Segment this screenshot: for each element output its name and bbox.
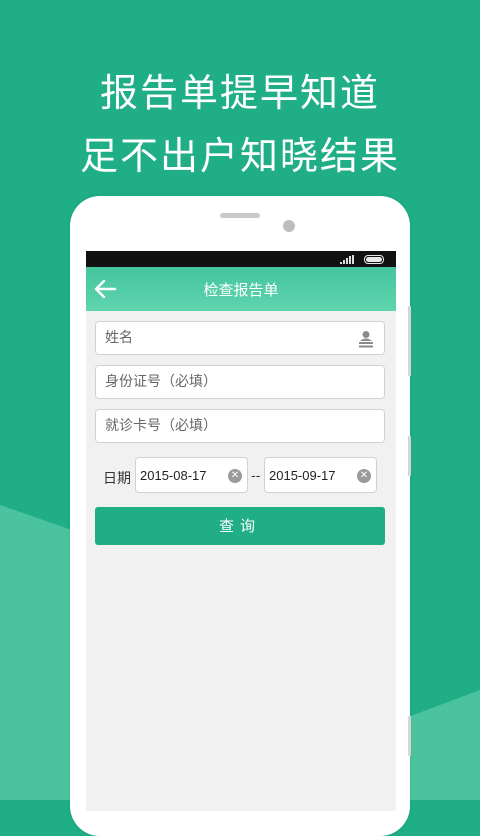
date-label: 日期: [103, 471, 131, 487]
phone-camera: [283, 220, 295, 232]
contact-card-icon[interactable]: [358, 330, 374, 348]
id-number-field[interactable]: [95, 365, 385, 399]
signal-icon: [340, 255, 354, 264]
id-number-input[interactable]: [105, 366, 345, 398]
name-input[interactable]: [105, 322, 345, 354]
phone-side-button: [408, 306, 411, 376]
card-number-input[interactable]: [105, 410, 345, 442]
phone-side-button: [408, 436, 411, 476]
app-screen: 检查报告单 日期 2015-08-17 ✕ -- 2015-09-17 ✕ 查询: [86, 251, 396, 811]
status-bar: [86, 251, 396, 267]
clear-circle-icon[interactable]: ✕: [228, 469, 242, 483]
start-date-field[interactable]: 2015-08-17 ✕: [135, 457, 248, 493]
card-number-field[interactable]: [95, 409, 385, 443]
phone-speaker: [220, 213, 260, 218]
end-date-field[interactable]: 2015-09-17 ✕: [264, 457, 377, 493]
phone-side-button: [408, 716, 411, 756]
date-separator: --: [251, 469, 261, 484]
clear-circle-icon[interactable]: ✕: [357, 469, 371, 483]
page-title: 检查报告单: [203, 281, 279, 299]
battery-icon: [364, 255, 384, 264]
promo-headline: 报告单提早知道: [99, 71, 380, 115]
start-date-value: 2015-08-17: [140, 468, 207, 483]
end-date-value: 2015-09-17: [269, 468, 336, 483]
app-bar: 检查报告单: [86, 267, 396, 311]
name-field[interactable]: [95, 321, 385, 355]
promo-subheadline: 足不出户知晓结果: [79, 134, 400, 178]
query-button[interactable]: 查询: [95, 507, 385, 545]
